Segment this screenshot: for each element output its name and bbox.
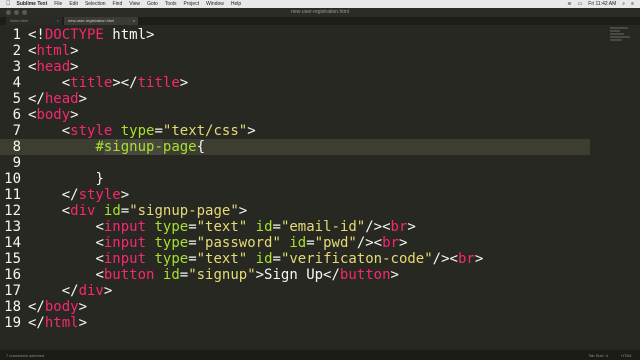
code-text: <style type="text/css"> (61, 123, 256, 139)
code-text: <!DOCTYPE html> (28, 27, 155, 43)
line-number: 2 (12, 43, 21, 59)
code-line: 3 <head> (0, 59, 590, 75)
code-line: 13 <input type="text" id="email-id"/><br… (0, 219, 590, 235)
clock[interactable]: Fri 11:42 AM (588, 1, 616, 7)
code-text: <input type="text" id="verificaton-code"… (95, 251, 484, 267)
tab-index-html[interactable]: index.html × (6, 17, 62, 25)
line-number: 14 (4, 235, 21, 251)
line-number: 1 (12, 27, 21, 43)
code-text: <body> (28, 107, 79, 123)
code-line: 5 </head> (0, 91, 590, 107)
menu-selection[interactable]: Selection (85, 1, 106, 7)
code-text: </style> (61, 187, 130, 203)
code-line: 6 <body> (0, 107, 590, 123)
code-text: <input type="text" id="email-id"/><br> (95, 219, 416, 235)
tab-label: index.html (10, 18, 29, 23)
line-number: 6 (12, 107, 21, 123)
menu-edit[interactable]: Edit (69, 1, 78, 7)
code-line: 11 </style> (0, 187, 590, 203)
wifi-icon[interactable]: ≋ (567, 1, 571, 7)
line-number: 10 (4, 171, 21, 187)
code-text: <head> (28, 59, 79, 75)
code-line: 18 </body> (0, 299, 590, 315)
current-code-line: 8 #signup-page{ (0, 139, 590, 155)
menubar-status-area: ≋ ▭ Fri 11:42 AM ⌕ ≡ (567, 0, 634, 8)
code-text: #signup-page{ (95, 139, 206, 155)
line-number: 12 (4, 203, 21, 219)
code-text: <title></title> (61, 75, 189, 91)
menu-list-icon[interactable]: ≡ (631, 1, 634, 7)
code-text: </html> (28, 315, 88, 331)
menu-window[interactable]: Window (206, 1, 224, 7)
close-tab-icon[interactable]: × (133, 17, 135, 25)
line-number: 17 (4, 283, 21, 299)
menu-app-name[interactable]: Sublime Text (17, 1, 48, 7)
line-number: 13 (4, 219, 21, 235)
code-text: <button id="signup">Sign Up</button> (95, 267, 399, 283)
code-line: 12 <div id="signup-page"> (0, 203, 590, 219)
code-text: <input type="password" id="pwd"/><br> (95, 235, 408, 251)
syntax-setting[interactable]: HTML (621, 353, 632, 358)
tab-size-setting[interactable]: Tab Size: 4 (588, 353, 608, 358)
line-number: 15 (4, 251, 21, 267)
apple-icon[interactable]:  (6, 1, 11, 7)
code-line: 17 </div> (0, 283, 590, 299)
code-line: 15 <input type="text" id="verificaton-co… (0, 251, 590, 267)
line-number: 18 (4, 299, 21, 315)
window-title-bar: new-user-registration.html (0, 8, 640, 17)
menu-help[interactable]: Help (231, 1, 241, 7)
code-text: } (95, 171, 104, 187)
line-number: 16 (4, 267, 21, 283)
code-line: 16 <button id="signup">Sign Up</button> (0, 267, 590, 283)
code-line: 10 } (0, 171, 590, 187)
menu-bar:  Sublime Text File Edit Selection Find … (0, 0, 640, 8)
menu-file[interactable]: File (54, 1, 62, 7)
tab-label: new-user-registration.html (68, 18, 115, 23)
code-text: </head> (28, 91, 88, 107)
line-number: 11 (4, 187, 21, 203)
code-text: </div> (61, 283, 113, 299)
code-line: 4 <title></title> (0, 75, 590, 91)
line-number: 9 (12, 155, 21, 171)
code-line: 1 <!DOCTYPE html> (0, 27, 590, 43)
menu-project[interactable]: Project (184, 1, 200, 7)
tab-bar: index.html × new-user-registration.html … (0, 17, 640, 25)
battery-icon[interactable]: ▭ (578, 1, 583, 7)
code-line: 9 (0, 155, 590, 171)
line-number: 7 (12, 123, 21, 139)
line-number: 19 (4, 315, 21, 331)
menu-goto[interactable]: Goto (147, 1, 158, 7)
close-tab-icon[interactable]: × (57, 17, 59, 25)
code-text: <div id="signup-page"> (61, 203, 248, 219)
selection-status: 7 characters selected (6, 353, 45, 358)
line-number: 3 (12, 59, 21, 75)
minimap[interactable] (610, 27, 636, 49)
code-text: <html> (28, 43, 79, 59)
line-number: 5 (12, 91, 21, 107)
code-line: 19 </html> (0, 315, 590, 331)
code-line: 14 <input type="password" id="pwd"/><br> (0, 235, 590, 251)
code-line: 2 <html> (0, 43, 590, 59)
window-title: new-user-registration.html (291, 9, 349, 15)
line-number: 4 (12, 75, 21, 91)
spotlight-icon[interactable]: ⌕ (622, 1, 625, 7)
code-editor[interactable]: 1 <!DOCTYPE html> 2 <html> 3 <head> 4 <t… (0, 25, 640, 350)
line-number: 8 (12, 139, 21, 155)
status-bar: 7 characters selected Tab Size: 4 HTML (0, 350, 640, 360)
menu-find[interactable]: Find (113, 1, 123, 7)
code-text: </body> (28, 299, 88, 315)
menu-tools[interactable]: Tools (165, 1, 177, 7)
code-line: 7 <style type="text/css"> (0, 123, 590, 139)
menu-view[interactable]: View (129, 1, 140, 7)
tab-new-user-registration[interactable]: new-user-registration.html × (64, 17, 138, 25)
